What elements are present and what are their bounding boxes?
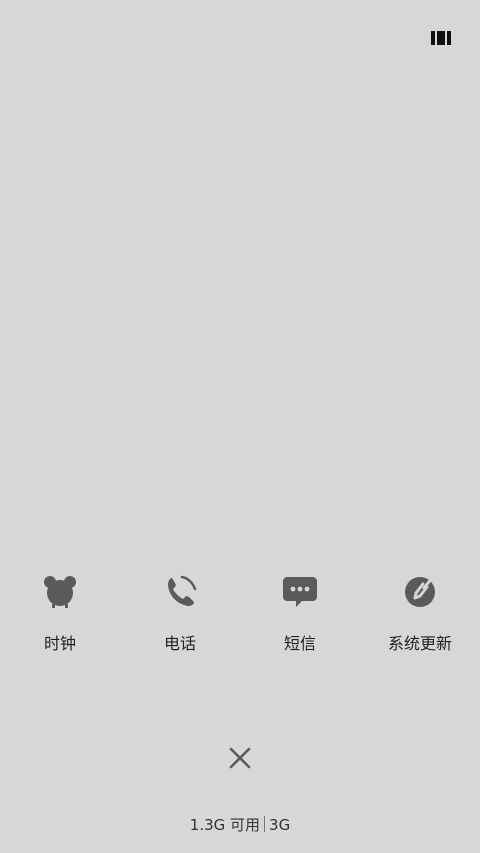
recent-app-label: 时钟: [43, 634, 76, 653]
memory-divider: [264, 816, 266, 832]
alarm-clock-icon: [44, 576, 76, 608]
memory-total: 3G: [269, 816, 291, 834]
close-icon: [229, 747, 251, 769]
phone-icon: [168, 575, 197, 606]
recent-app-phone[interactable]: 电话: [120, 570, 240, 670]
system-update-icon: [405, 576, 435, 607]
message-icon: [283, 577, 317, 607]
view-toggle-button[interactable]: [431, 30, 451, 46]
recent-app-label: 系统更新: [387, 634, 452, 653]
recent-app-label: 短信: [283, 634, 316, 653]
memory-available: 1.3G 可用: [189, 816, 261, 834]
recent-app-messages[interactable]: 短信: [240, 570, 360, 670]
memory-status: 1.3G 可用 3G: [0, 815, 480, 835]
recent-app-clock[interactable]: 时钟: [0, 570, 120, 670]
view-toggle-icon: [431, 31, 451, 45]
recent-app-label: 电话: [163, 634, 196, 653]
recent-apps-list: 时钟 电话 短信 系统更新: [0, 570, 480, 670]
close-all-button[interactable]: [225, 743, 255, 773]
recent-app-system-update[interactable]: 系统更新: [360, 570, 480, 670]
